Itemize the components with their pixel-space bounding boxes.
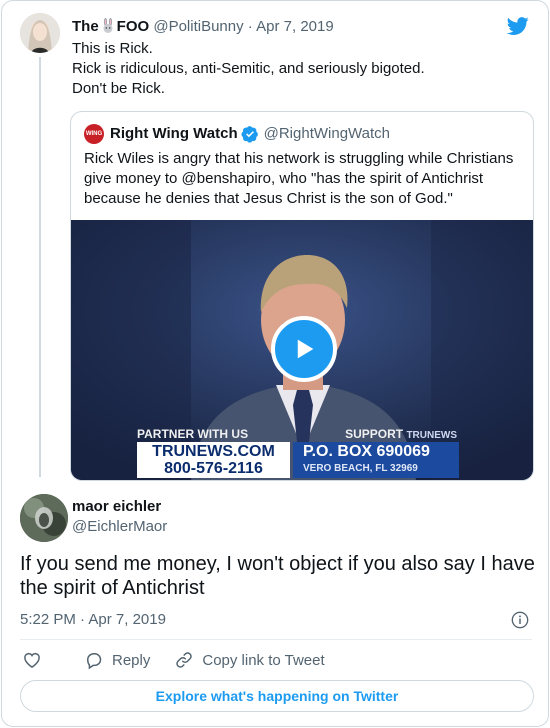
- banner-city: VERO BEACH, FL 32969: [303, 463, 418, 474]
- banner-url: TRUNEWS.COM: [152, 443, 275, 460]
- video-player[interactable]: PARTNER WITH US SUPPORT TRUNEWS TRUNEWS.…: [71, 220, 533, 480]
- explore-button[interactable]: Explore what's happening on Twitter: [20, 680, 534, 712]
- main-author-name[interactable]: maor eichler: [72, 497, 161, 517]
- parent-avatar[interactable]: [20, 13, 60, 53]
- divider: [20, 639, 532, 640]
- main-avatar[interactable]: [20, 494, 68, 542]
- reply-icon: [86, 653, 102, 670]
- copy-link-button[interactable]: Copy link to Tweet: [174, 650, 325, 670]
- quoted-tweet[interactable]: WING Right Wing Watch @RightWingWatch Ri…: [70, 111, 534, 481]
- video-banner-address: P.O. BOX 690069 VERO BEACH, FL 32969: [293, 442, 459, 478]
- quote-avatar[interactable]: WING: [84, 124, 104, 144]
- explore-label: Explore what's happening on Twitter: [155, 688, 399, 704]
- verified-badge-icon: [241, 126, 258, 143]
- thread-line: [39, 57, 41, 477]
- parent-text-line: Rick is ridiculous, anti-Semitic, and se…: [72, 60, 425, 77]
- play-icon: [297, 339, 314, 359]
- main-handle[interactable]: @EichlerMaor: [72, 517, 167, 537]
- parent-name-prefix: The: [72, 18, 99, 35]
- tweet-embed-card: The FOO @PolitiBunny · Apr 7, 2019 This i…: [1, 0, 549, 727]
- quote-header: WING Right Wing Watch @RightWingWatch: [84, 124, 390, 144]
- banner-support-text: SUPPORT: [345, 427, 404, 441]
- quote-author-name[interactable]: Right Wing Watch: [110, 124, 238, 144]
- parent-date[interactable]: Apr 7, 2019: [256, 18, 334, 35]
- video-banner-contact: TRUNEWS.COM 800-576-2116: [137, 442, 290, 478]
- banner-po-box: P.O. BOX 690069: [303, 443, 430, 460]
- parent-handle[interactable]: @PolitiBunny: [153, 18, 243, 35]
- link-icon: [176, 652, 193, 668]
- banner-partner-text: PARTNER WITH US: [137, 427, 249, 441]
- separator: ·: [80, 611, 86, 628]
- parent-text-line: This is Rick.: [72, 40, 153, 57]
- tweet-actions: Reply Copy link to Tweet: [22, 649, 349, 671]
- banner-phone: 800-576-2116: [164, 460, 263, 477]
- main-tweet-text: If you send me money, I won't object if …: [20, 553, 535, 599]
- parent-header: The FOO @PolitiBunny · Apr 7, 2019: [72, 18, 334, 36]
- parent-author-name[interactable]: The FOO: [72, 18, 149, 35]
- tweet-date: Apr 7, 2019: [88, 611, 166, 628]
- quote-text: Rick Wiles is angry that his network is …: [84, 150, 514, 207]
- video-banner-top: PARTNER WITH US SUPPORT TRUNEWS: [137, 427, 457, 443]
- copy-link-label: Copy link to Tweet: [202, 651, 325, 669]
- twitter-bird-icon[interactable]: [506, 15, 530, 37]
- parent-name-suffix: FOO: [116, 18, 150, 35]
- parent-text-line: Don't be Rick.: [72, 80, 165, 97]
- like-button[interactable]: [22, 650, 50, 670]
- quote-logo-text: WING: [85, 131, 103, 137]
- tweet-time: 5:22 PM: [20, 611, 76, 628]
- reply-label: Reply: [112, 651, 151, 669]
- parent-tweet-text: This is Rick. Rick is ridiculous, anti-S…: [72, 39, 425, 99]
- quote-handle[interactable]: @RightWingWatch: [264, 124, 390, 144]
- bunny-emoji-icon: [103, 18, 113, 33]
- separator: ·: [247, 18, 253, 35]
- heart-icon: [24, 652, 40, 668]
- reply-button[interactable]: Reply: [84, 650, 150, 670]
- info-icon[interactable]: [510, 610, 530, 630]
- tweet-timestamp[interactable]: 5:22 PM · Apr 7, 2019: [20, 611, 166, 629]
- banner-brand-text: TRUNEWS: [406, 430, 457, 441]
- play-button[interactable]: [271, 316, 337, 382]
